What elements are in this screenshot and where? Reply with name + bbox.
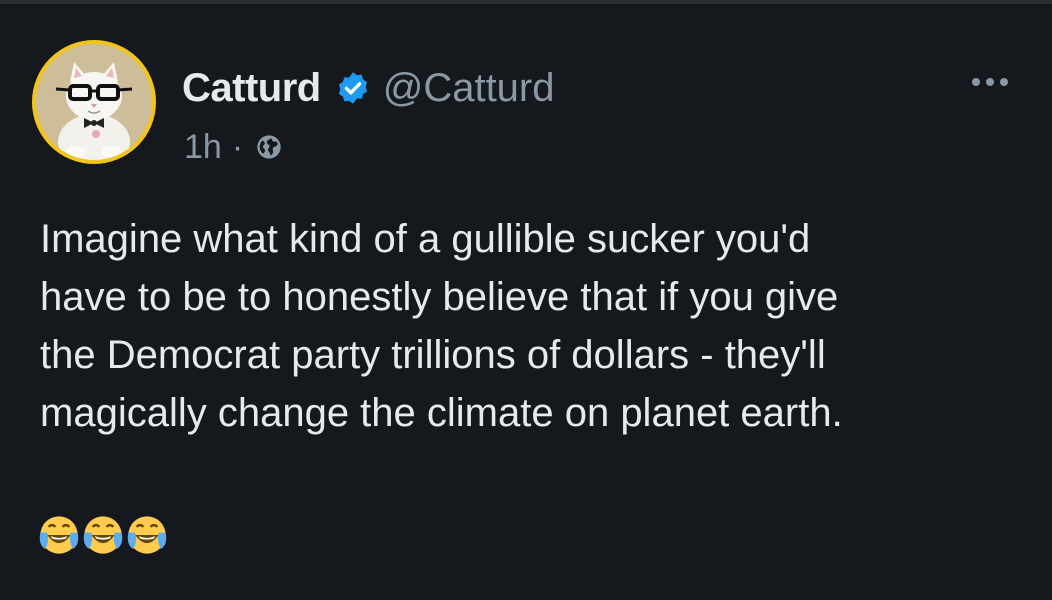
tweet-text-line: have to be to honestly believe that if y…	[40, 275, 839, 319]
tweet-header: Catturd @Catturd	[182, 60, 555, 116]
verified-badge-icon	[335, 70, 371, 106]
display-name[interactable]: Catturd	[182, 66, 321, 111]
emoji-row	[38, 514, 168, 558]
meta-separator: ·	[231, 127, 244, 166]
tweet-meta: 1h ·	[184, 124, 283, 170]
face-with-tears-of-joy-icon	[39, 516, 79, 554]
avatar[interactable]	[32, 40, 156, 164]
tweet-text-line: the Democrat party trillions of dollars …	[40, 333, 826, 377]
timestamp[interactable]: 1h	[184, 128, 222, 167]
cat-avatar-image	[36, 44, 152, 160]
face-with-tears-of-joy-icon	[83, 516, 123, 554]
tweet-text: Imagine what kind of a gullible sucker y…	[40, 210, 1020, 442]
tweet-text-line: magically change the climate on planet e…	[40, 391, 843, 435]
face-with-tears-of-joy-icon	[127, 516, 167, 554]
more-options-button[interactable]	[962, 64, 1018, 100]
user-handle[interactable]: @Catturd	[383, 66, 555, 111]
tweet-card[interactable]: Catturd @Catturd 1h · Imagine what kind …	[0, 0, 1052, 600]
globe-icon	[255, 133, 283, 161]
tweet-text-line: Imagine what kind of a gullible sucker y…	[40, 217, 811, 261]
more-options-icon	[972, 78, 1008, 86]
